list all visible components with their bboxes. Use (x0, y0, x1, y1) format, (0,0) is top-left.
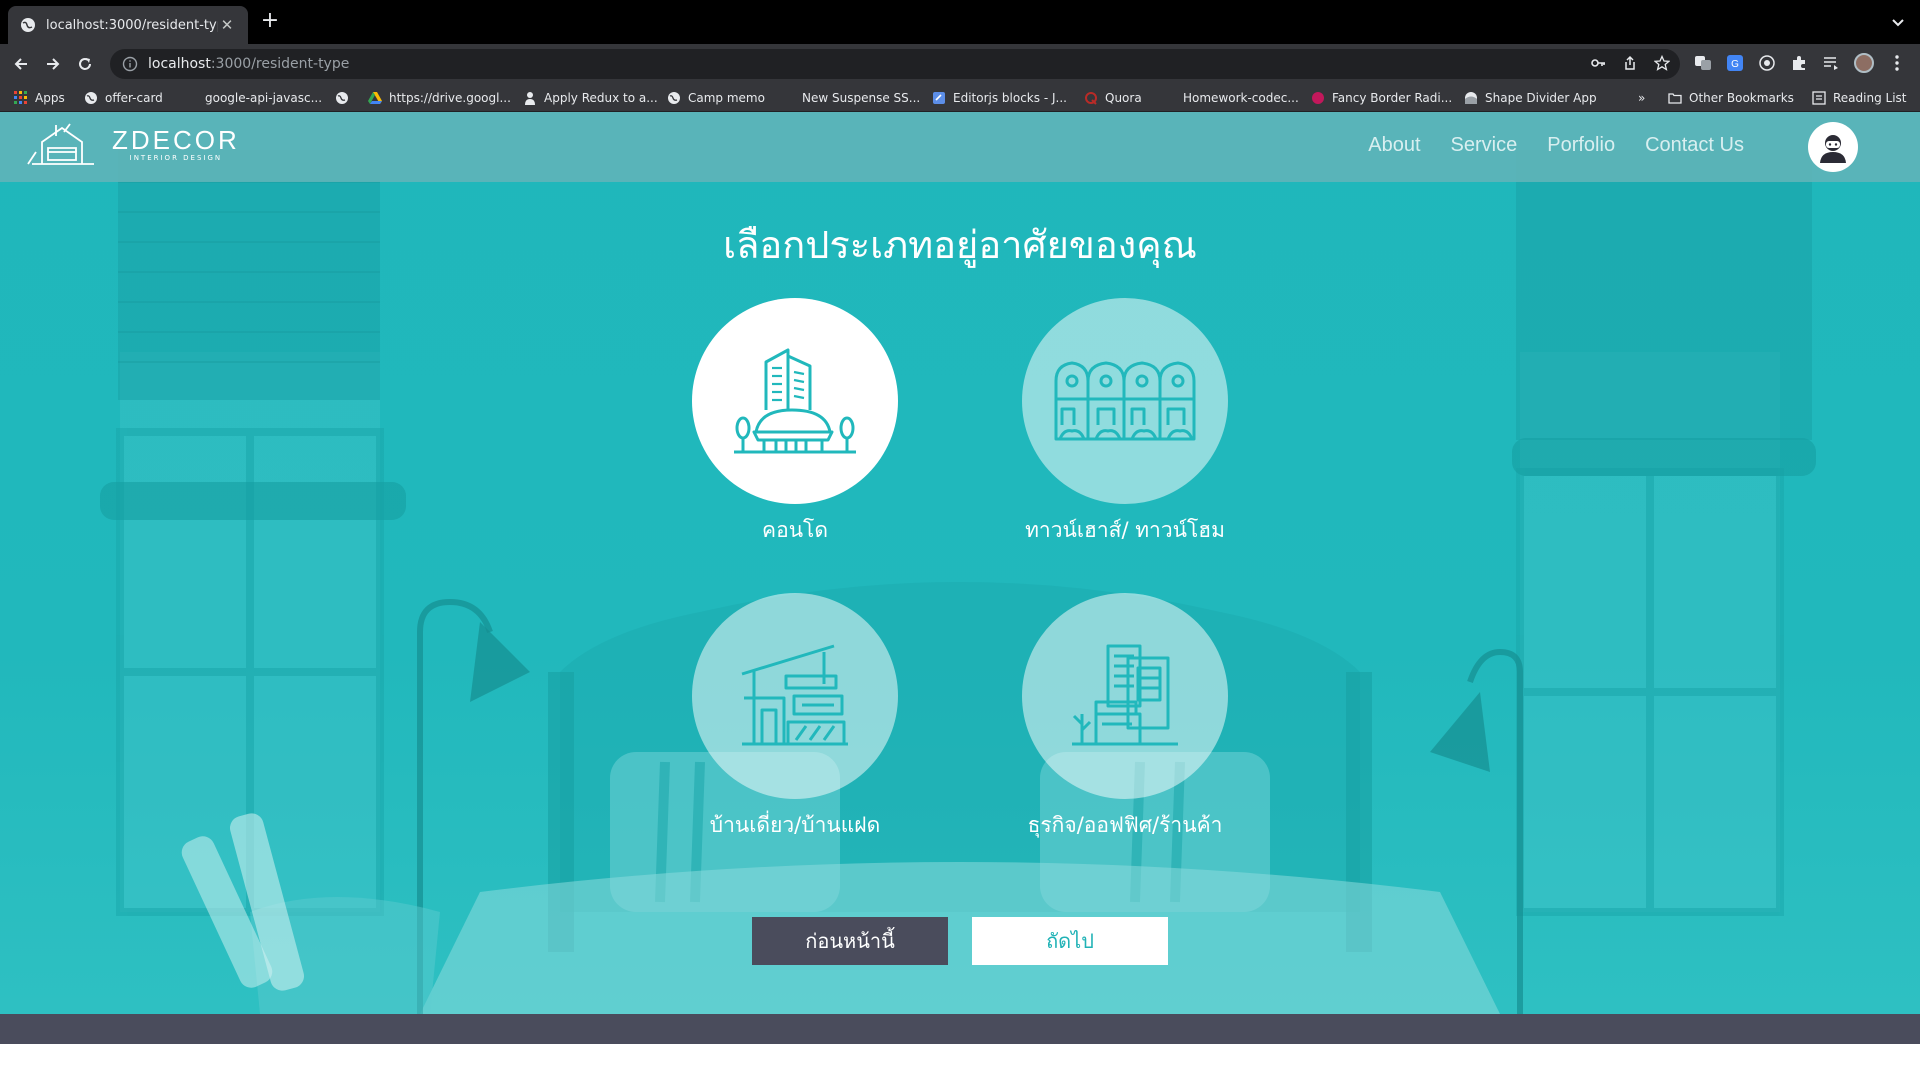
apps-grid-icon (14, 91, 28, 105)
nav-porfolio[interactable]: Porfolio (1547, 134, 1615, 157)
bookmark-apps[interactable]: Apps (14, 89, 65, 107)
bookmarks-bar: Apps offer-card google-api-javasc... htt… (0, 84, 1920, 112)
site-header: ZDECOR INTERIOR DESIGN About Service Por… (0, 112, 1920, 182)
globe-icon (20, 17, 36, 33)
share-icon[interactable] (1622, 55, 1638, 75)
bookmark-drive[interactable]: https://drive.googl... (368, 89, 511, 107)
profile-avatar[interactable] (1854, 53, 1874, 73)
shape-icon (1464, 91, 1478, 105)
previous-button[interactable]: ก่อนหน้านี้ (752, 917, 948, 965)
globe-icon (667, 91, 681, 105)
blank-icon (781, 91, 795, 105)
logo-main-text: ZDECOR (112, 124, 240, 155)
condo-building-icon (734, 348, 856, 454)
blank-icon (184, 91, 198, 105)
nav-service[interactable]: Service (1451, 134, 1518, 157)
browser-tab[interactable]: localhost:3000/resident-type ✕ (8, 6, 248, 44)
bookmark-editorjs[interactable]: Editorjs blocks - J... (932, 89, 1067, 107)
blank-icon (1162, 91, 1176, 105)
option-condo[interactable]: คอนโด (692, 298, 898, 547)
reading-list-icon (1812, 91, 1826, 105)
townhouse-icon (1054, 361, 1196, 441)
forward-button[interactable] (42, 53, 64, 75)
bookmark-shape-divider[interactable]: Shape Divider App (1464, 89, 1597, 107)
other-bookmarks-folder[interactable]: Other Bookmarks (1668, 89, 1794, 107)
url-path: :3000/resident-type (210, 56, 350, 72)
browser-toolbar: localhost:3000/resident-type G (0, 44, 1920, 84)
zdecor-logo[interactable]: ZDECOR INTERIOR DESIGN (26, 122, 240, 166)
bookmark-apply-redux[interactable]: Apply Redux to a... (523, 89, 658, 107)
url-host: localhost (148, 56, 211, 72)
star-icon[interactable] (1653, 54, 1671, 75)
user-avatar-icon (1820, 135, 1846, 163)
option-house-circle[interactable] (692, 593, 898, 799)
nav-contact-us[interactable]: Contact Us (1645, 134, 1744, 157)
bookmark-globe[interactable] (335, 89, 356, 107)
chevron-down-icon[interactable] (1890, 14, 1906, 30)
option-house-label: บ้านเดี่ยว/บ้านแฝด (709, 813, 881, 837)
translate-extension-icon[interactable] (1694, 54, 1712, 72)
quora-icon (1084, 91, 1098, 105)
bookmark-fancy-border[interactable]: Fancy Border Radi... (1311, 89, 1452, 107)
google-translate-icon[interactable]: G (1726, 54, 1744, 72)
option-townhouse-label: ทาวน์เฮาส์/ ทาวน์โฮม (1025, 518, 1225, 542)
option-house[interactable]: บ้านเดี่ยว/บ้านแฝด (692, 593, 898, 842)
pink-dot-icon (1311, 91, 1325, 105)
next-button[interactable]: ถัดไป (972, 917, 1168, 965)
bookmark-camp-memo[interactable]: Camp memo (667, 89, 765, 107)
person-icon (523, 91, 537, 105)
bookmark-homework[interactable]: Homework-codec... (1162, 89, 1299, 107)
back-button[interactable] (10, 53, 32, 75)
editor-icon (932, 91, 946, 105)
puzzle-extensions-icon[interactable] (1790, 54, 1808, 72)
logo-sub-text: INTERIOR DESIGN (129, 153, 223, 162)
browser-tab-bar: localhost:3000/resident-type ✕ + (0, 0, 1920, 44)
option-townhouse-circle[interactable] (1022, 298, 1228, 504)
svg-text:G: G (1731, 59, 1739, 70)
close-tab-icon[interactable]: ✕ (218, 16, 236, 34)
bookmark-google-api[interactable]: google-api-javasc... (184, 89, 322, 107)
drive-icon (368, 91, 382, 105)
reload-icon (79, 58, 91, 70)
option-condo-label: คอนโด (762, 518, 828, 542)
option-business-circle[interactable] (1022, 593, 1228, 799)
key-icon[interactable] (1590, 55, 1606, 75)
kebab-menu-icon[interactable] (1888, 54, 1906, 72)
globe-icon (335, 91, 349, 105)
reload-button[interactable] (74, 53, 96, 75)
office-icon (1072, 644, 1178, 746)
tab-title: localhost:3000/resident-type (46, 17, 218, 33)
nav-about[interactable]: About (1368, 134, 1420, 157)
reading-list-button[interactable]: Reading List (1812, 89, 1907, 107)
bookmark-new-suspense[interactable]: New Suspense SS... (781, 89, 920, 107)
new-tab-button[interactable]: + (258, 10, 282, 34)
folder-icon (1668, 91, 1682, 105)
resident-type-page: ZDECOR INTERIOR DESIGN About Service Por… (0, 112, 1920, 1014)
logo-house-icon (27, 123, 94, 165)
arrow-right-icon (47, 58, 60, 70)
option-condo-circle[interactable] (692, 298, 898, 504)
option-business[interactable]: ธุรกิจ/ออฟฟิศ/ร้านค้า (1022, 593, 1228, 842)
arrow-left-icon (14, 58, 27, 70)
page-title: เลือกประเภทอยู่อาศัยของคุณ (723, 223, 1197, 267)
footer-bar (0, 1014, 1920, 1044)
bookmark-quora[interactable]: Quora (1084, 89, 1142, 107)
info-icon[interactable] (122, 56, 138, 72)
more-bookmarks-button[interactable]: » (1638, 89, 1645, 107)
option-business-label: ธุรกิจ/ออฟฟิศ/ร้านค้า (1027, 813, 1223, 837)
main-menu: About Service Porfolio Contact Us (1368, 134, 1744, 157)
option-townhouse[interactable]: ทาวน์เฮาส์/ ทาวน์โฮม (1022, 298, 1228, 547)
house-icon (741, 644, 848, 746)
page-bottom-space (0, 1044, 1920, 1080)
user-avatar-button[interactable] (1808, 122, 1858, 172)
target-extension-icon[interactable] (1758, 54, 1776, 72)
bookmark-offer-card[interactable]: offer-card (84, 89, 163, 107)
address-bar[interactable]: localhost:3000/resident-type (110, 49, 1680, 79)
reading-mode-icon[interactable] (1822, 54, 1840, 72)
globe-icon (84, 91, 98, 105)
